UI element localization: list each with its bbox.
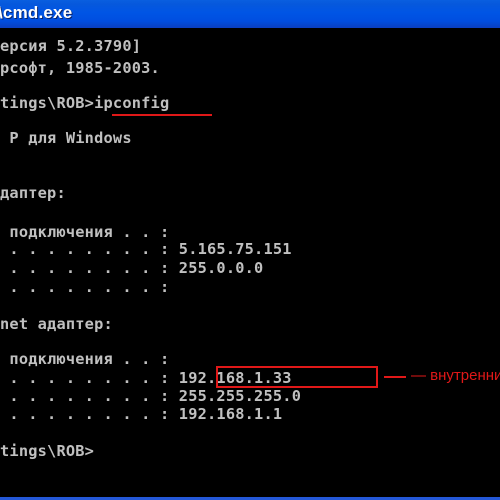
ip-highlight-box: [216, 366, 378, 388]
console-line: net адаптер:: [0, 315, 113, 333]
window-titlebar[interactable]: \cmd.exe: [0, 0, 500, 28]
console-line: . . . . . . . . : 255.255.255.0: [0, 387, 302, 405]
console-line: . . . . . . . . : 5.165.75.151: [0, 240, 292, 258]
console-line: подключения . . :: [0, 223, 170, 241]
console-line: рсофт, 1985-2003.: [0, 59, 160, 77]
console-line: ерсия 5.2.3790]: [0, 37, 142, 55]
console-line: . . . . . . . . : 255.0.0.0: [0, 259, 264, 277]
command-underline: [112, 114, 212, 116]
console-line: . . . . . . . . :: [0, 278, 170, 296]
annotation-pointer: [384, 376, 406, 378]
window-title: \cmd.exe: [0, 3, 73, 22]
console-line: . . . . . . . . : 192.168.1.1: [0, 405, 283, 423]
annotation-label: — внутренни: [411, 367, 500, 384]
console-line: tings\ROB>: [0, 442, 95, 460]
console-line: дaптер:: [0, 184, 66, 202]
console-output[interactable]: ерсия 5.2.3790] рсофт, 1985-2003. tings\…: [0, 28, 500, 500]
console-line: tings\ROB>ipconfig: [0, 94, 170, 112]
console-line: P для Windows: [0, 129, 132, 147]
console-line: подключения . . :: [0, 350, 170, 368]
